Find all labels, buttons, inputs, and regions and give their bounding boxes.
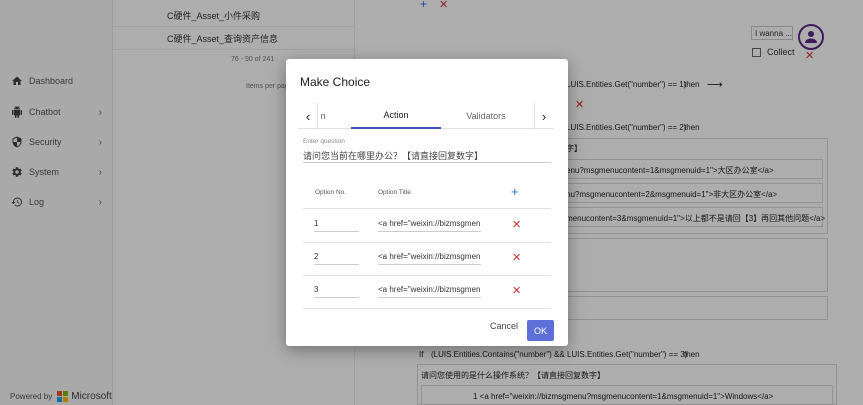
option-no-input[interactable]: 3 [314,285,359,298]
tab-validators[interactable]: Validators [441,103,531,129]
tab-divider [534,103,535,129]
option-no-input[interactable]: 1 [314,219,359,232]
option-title-input[interactable]: <a href="weixin://bizmsgmenu [378,285,481,298]
ok-button[interactable]: OK [527,320,554,341]
delete-option-icon[interactable]: ✕ [512,220,521,231]
tab-partial[interactable]: n [318,103,328,129]
question-label: Enter question [303,138,345,145]
table-row: 1 <a href="weixin://bizmsgmenu ✕ [303,210,551,243]
delete-option-icon[interactable]: ✕ [512,286,521,297]
chevron-left-icon[interactable]: ‹ [300,107,316,125]
tab-bar: ‹ n Action Validators › [298,103,554,129]
chevron-right-icon[interactable]: › [536,107,552,125]
table-row: 2 <a href="weixin://bizmsgmenu ✕ [303,243,551,276]
cancel-button[interactable]: Cancel [490,321,518,331]
make-choice-dialog: Make Choice ‹ n Action Validators › Ente… [286,59,568,346]
delete-option-icon[interactable]: ✕ [512,253,521,264]
option-title-input[interactable]: <a href="weixin://bizmsgmenu [378,219,481,232]
column-option-title: Option Title [378,189,411,196]
table-header: Option No. Option Title + [303,177,551,209]
question-input[interactable]: 请问您当前在哪里办公？【请直接回复数字】 [303,149,551,163]
column-option-no: Option No. [315,189,347,196]
add-option-icon[interactable]: + [511,185,519,198]
table-row: 3 <a href="weixin://bizmsgmenu ✕ [303,276,551,309]
option-no-input[interactable]: 2 [314,252,359,265]
dialog-title: Make Choice [300,75,371,89]
app-window: Dashboard Chatbot › Security › System › [0,0,863,405]
tab-action[interactable]: Action [351,103,441,129]
option-title-input[interactable]: <a href="weixin://bizmsgmenu [378,252,481,265]
